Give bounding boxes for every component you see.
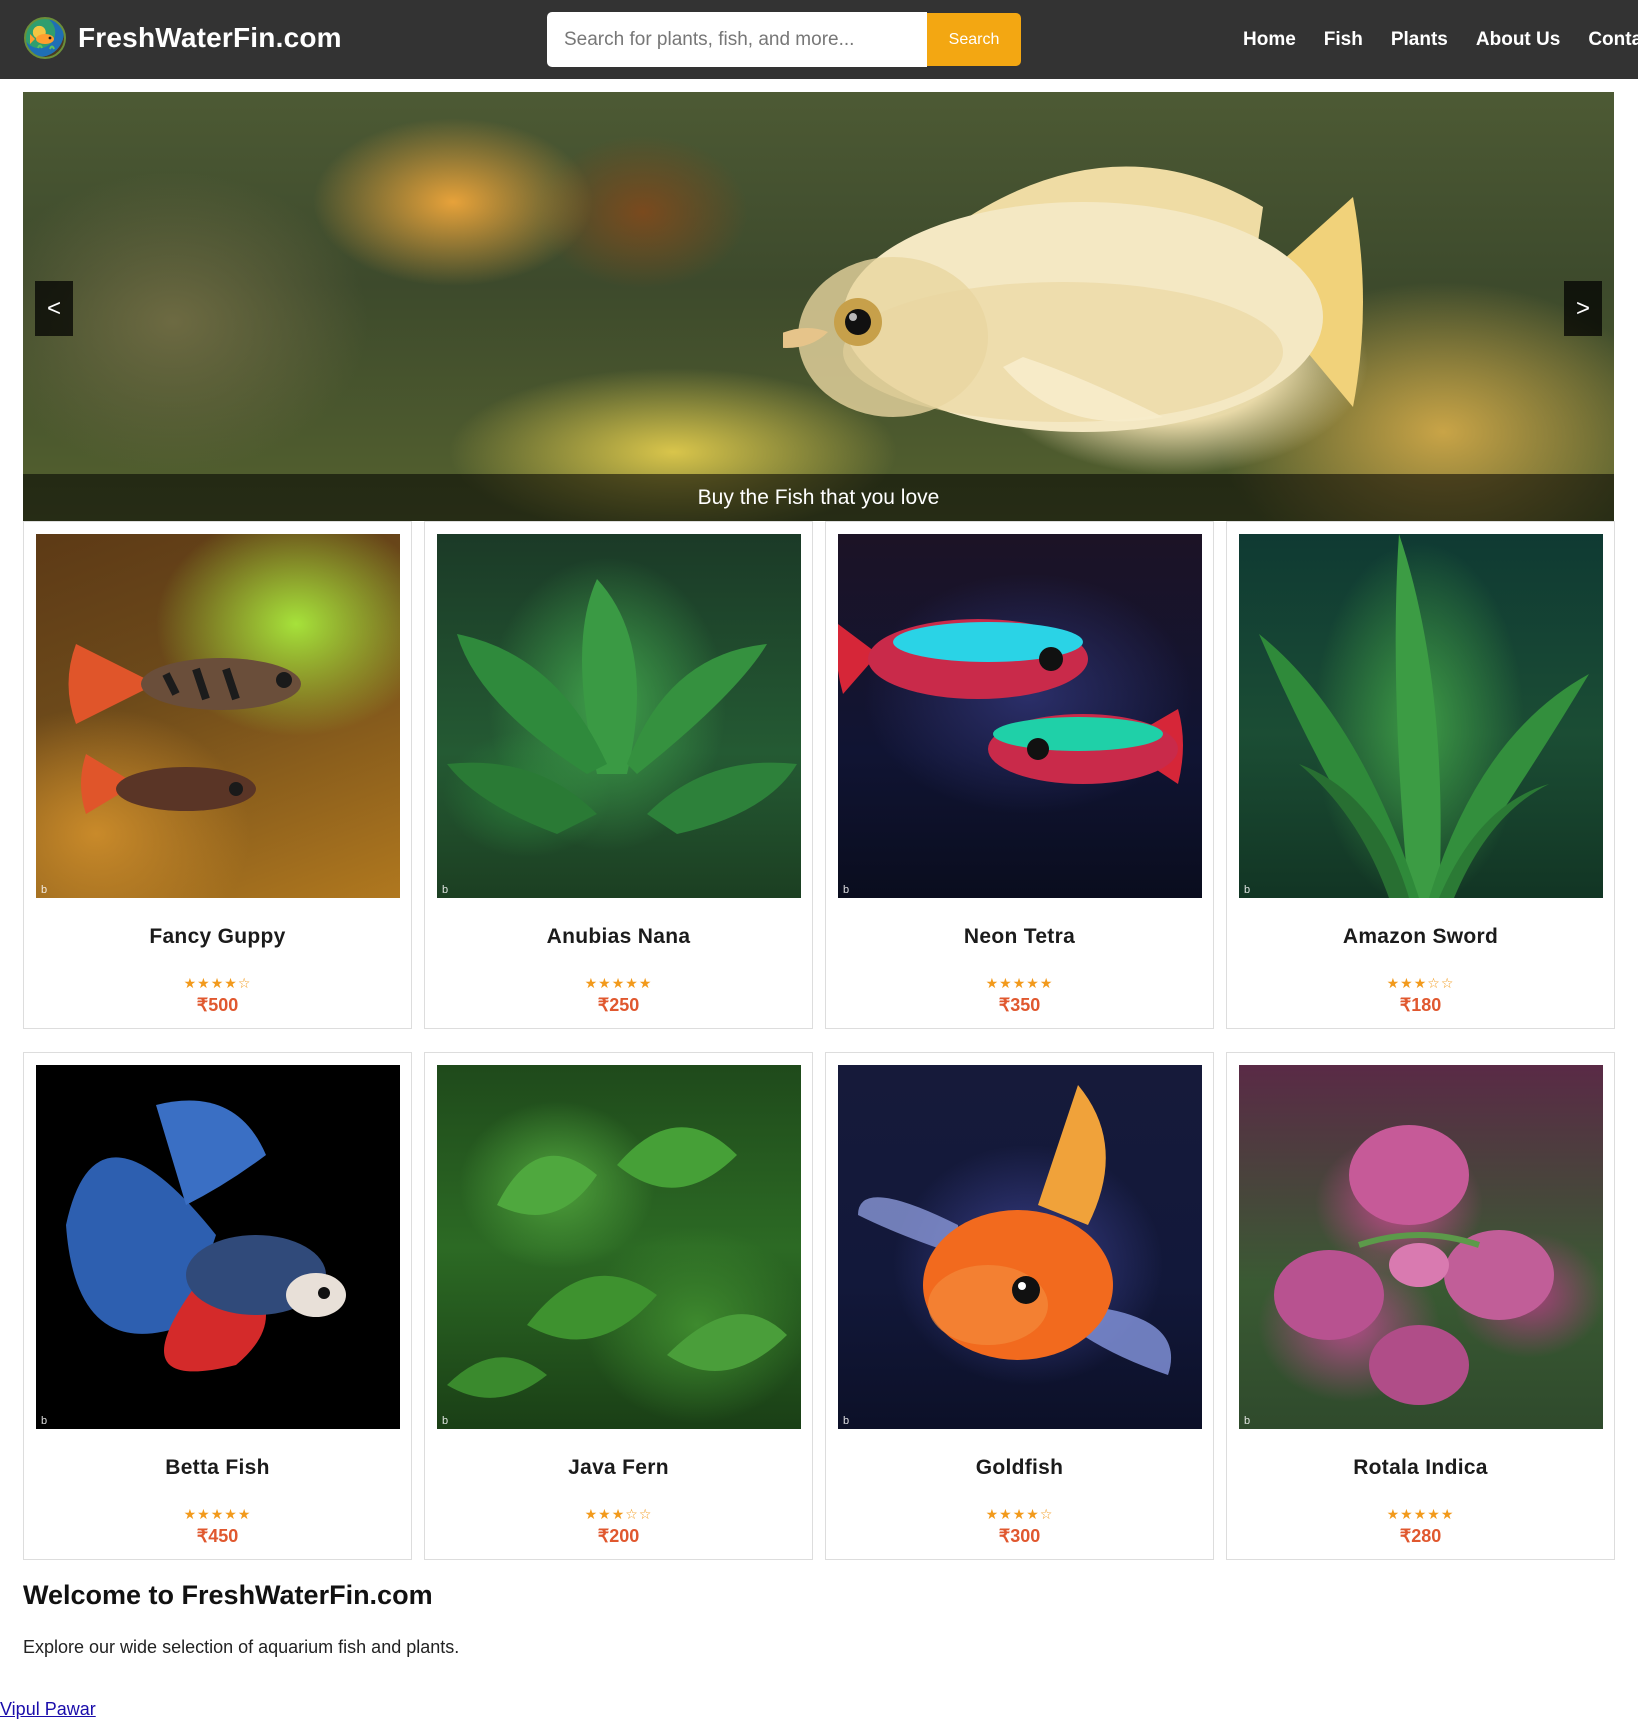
- watermark-icon: b: [442, 1415, 449, 1427]
- fish-globe-logo-icon: [24, 17, 66, 59]
- product-name: Amazon Sword: [1342, 925, 1499, 948]
- top-navbar: FreshWaterFin.com Search Home Fish Plant…: [0, 0, 1638, 79]
- nav-link-fish[interactable]: Fish: [1324, 29, 1363, 51]
- goldfish-image: b: [838, 1065, 1202, 1429]
- star-rating: ★★★☆☆: [1386, 976, 1455, 992]
- star-rating: ★★★★★: [183, 1507, 252, 1523]
- betta-fish-image: b: [36, 1065, 400, 1429]
- watermark-icon: b: [442, 884, 449, 896]
- star-rating: ★★★★★: [584, 976, 653, 992]
- search-button[interactable]: Search: [927, 13, 1021, 66]
- product-name: Anubias Nana: [546, 925, 691, 948]
- product-price: ₹200: [597, 1526, 640, 1546]
- product-name: Neon Tetra: [963, 925, 1076, 948]
- brand[interactable]: FreshWaterFin.com: [24, 16, 342, 60]
- star-rating: ★★★☆☆: [584, 1507, 653, 1523]
- fancy-guppy-image: b: [36, 534, 400, 898]
- nav-link-home[interactable]: Home: [1243, 29, 1296, 51]
- star-rating: ★★★★☆: [183, 976, 252, 992]
- watermark-icon: b: [843, 884, 850, 896]
- product-price: ₹180: [1399, 995, 1442, 1015]
- watermark-icon: b: [1244, 1415, 1251, 1427]
- product-name: Betta Fish: [165, 1456, 270, 1479]
- product-card-neon-tetra[interactable]: b Neon Tetra ★★★★★ ₹350: [825, 521, 1214, 1029]
- product-name: Fancy Guppy: [149, 925, 286, 948]
- rotala-indica-image: b: [1239, 1065, 1603, 1429]
- watermark-icon: b: [843, 1415, 850, 1427]
- product-price: ₹350: [998, 995, 1041, 1015]
- product-card-anubias-nana[interactable]: b Anubias Nana ★★★★★ ₹250: [424, 521, 813, 1029]
- product-price: ₹300: [998, 1526, 1041, 1546]
- product-price: ₹450: [196, 1526, 239, 1546]
- search-input[interactable]: [547, 12, 927, 67]
- product-price: ₹280: [1399, 1526, 1442, 1546]
- welcome-title: Welcome to FreshWaterFin.com: [23, 1580, 433, 1610]
- product-card-fancy-guppy[interactable]: b Fancy Guppy ★★★★☆ ₹500: [23, 521, 412, 1029]
- watermark-icon: b: [41, 884, 48, 896]
- amazon-sword-image: b: [1239, 534, 1603, 898]
- product-card-amazon-sword[interactable]: b Amazon Sword ★★★☆☆ ₹180: [1226, 521, 1615, 1029]
- watermark-icon: b: [41, 1415, 48, 1427]
- welcome-text: Explore our wide selection of aquarium f…: [23, 1637, 460, 1657]
- product-card-rotala-indica[interactable]: b Rotala Indica ★★★★★ ₹280: [1226, 1052, 1615, 1560]
- hero-fish-image: [783, 166, 1363, 432]
- slider-prev-button[interactable]: <: [35, 281, 73, 336]
- product-price: ₹250: [597, 995, 640, 1015]
- nav-link-contact[interactable]: Contac: [1588, 29, 1638, 51]
- brand-name: FreshWaterFin.com: [78, 22, 342, 53]
- nav-link-plants[interactable]: Plants: [1391, 29, 1448, 51]
- product-card-java-fern[interactable]: b Java Fern ★★★☆☆ ₹200: [424, 1052, 813, 1560]
- slider-next-button[interactable]: >: [1564, 281, 1602, 336]
- star-rating: ★★★★☆: [985, 1507, 1054, 1523]
- product-card-goldfish[interactable]: b Goldfish ★★★★☆ ₹300: [825, 1052, 1214, 1560]
- search-bar: Search: [547, 12, 1021, 67]
- product-name: Rotala Indica: [1353, 1456, 1488, 1479]
- hero-slider: < > Buy the Fish that you love: [23, 92, 1614, 521]
- product-card-betta-fish[interactable]: b Betta Fish ★★★★★ ₹450: [23, 1052, 412, 1560]
- nav-link-about-us[interactable]: About Us: [1476, 29, 1560, 51]
- product-name: Goldfish: [975, 1456, 1064, 1479]
- anubias-nana-image: b: [437, 534, 801, 898]
- product-name: Java Fern: [568, 1456, 669, 1479]
- star-rating: ★★★★★: [985, 976, 1054, 992]
- watermark-icon: b: [1244, 884, 1251, 896]
- java-fern-image: b: [437, 1065, 801, 1429]
- hero-caption: Buy the Fish that you love: [23, 474, 1614, 521]
- neon-tetra-image: b: [838, 534, 1202, 898]
- product-price: ₹500: [196, 995, 239, 1015]
- star-rating: ★★★★★: [1386, 1507, 1455, 1523]
- nav-links: Home Fish Plants About Us Contac: [1243, 0, 1638, 79]
- author-link[interactable]: Vipul Pawar: [0, 1699, 96, 1719]
